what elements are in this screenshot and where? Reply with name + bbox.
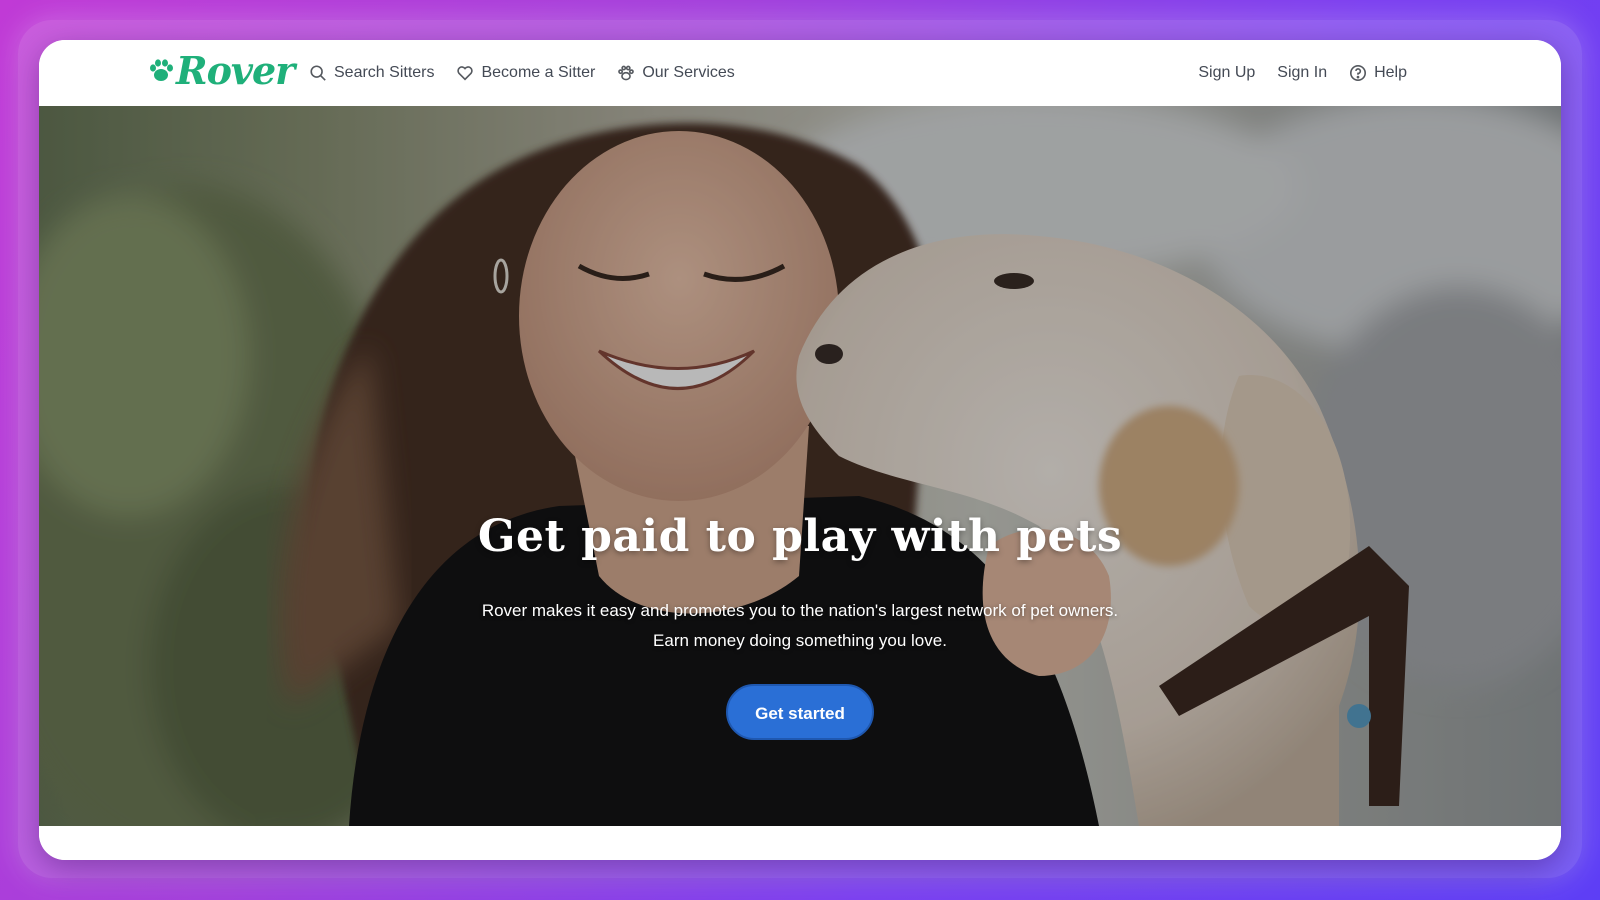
nav-left-group: Search Sitters Become a Sitter Our Servi… bbox=[309, 40, 735, 106]
sign-up-label: Sign Up bbox=[1198, 64, 1256, 81]
nav-search-sitters[interactable]: Search Sitters bbox=[309, 64, 434, 82]
hero-title: Get paid to play with pets bbox=[477, 511, 1123, 562]
hero-subtitle-line-1: Rover makes it easy and promotes you to … bbox=[481, 601, 1119, 620]
hero-subtitle-line-2: Earn money doing something you love. bbox=[653, 631, 947, 650]
rover-logo[interactable]: Rover bbox=[148, 48, 295, 94]
page-footer-strip bbox=[39, 826, 1561, 860]
nav-right-group: Sign Up Sign In Help bbox=[1198, 40, 1407, 106]
sign-in-link[interactable]: Sign In bbox=[1277, 64, 1327, 82]
hero-subtitle: Rover makes it easy and promotes you to … bbox=[39, 596, 1561, 656]
nav-search-sitters-label: Search Sitters bbox=[334, 64, 435, 81]
paw-logo-icon bbox=[150, 59, 173, 81]
hero-content: Get paid to play with pets Rover makes i… bbox=[39, 511, 1561, 740]
nav-our-services-label: Our Services bbox=[642, 64, 735, 81]
sign-up-link[interactable]: Sign Up bbox=[1198, 64, 1255, 82]
nav-become-a-sitter[interactable]: Become a Sitter bbox=[456, 64, 595, 82]
top-navigation: Rover Search Sitters Become a Sitter Our… bbox=[39, 40, 1561, 106]
search-icon bbox=[310, 65, 326, 81]
browser-window: Rover Search Sitters Become a Sitter Our… bbox=[39, 40, 1561, 860]
logo-text: Rover bbox=[176, 48, 295, 93]
get-started-button[interactable]: Get started bbox=[726, 684, 874, 740]
paw-icon bbox=[618, 65, 635, 81]
hero-section: Get paid to play with pets Rover makes i… bbox=[39, 106, 1561, 826]
help-circle-icon bbox=[1350, 64, 1367, 82]
help-label: Help bbox=[1374, 64, 1407, 81]
heart-icon bbox=[457, 66, 474, 81]
nav-our-services[interactable]: Our Services bbox=[617, 64, 735, 82]
nav-become-a-sitter-label: Become a Sitter bbox=[481, 64, 596, 81]
help-link[interactable]: Help bbox=[1349, 64, 1407, 82]
sign-in-label: Sign In bbox=[1277, 64, 1328, 81]
